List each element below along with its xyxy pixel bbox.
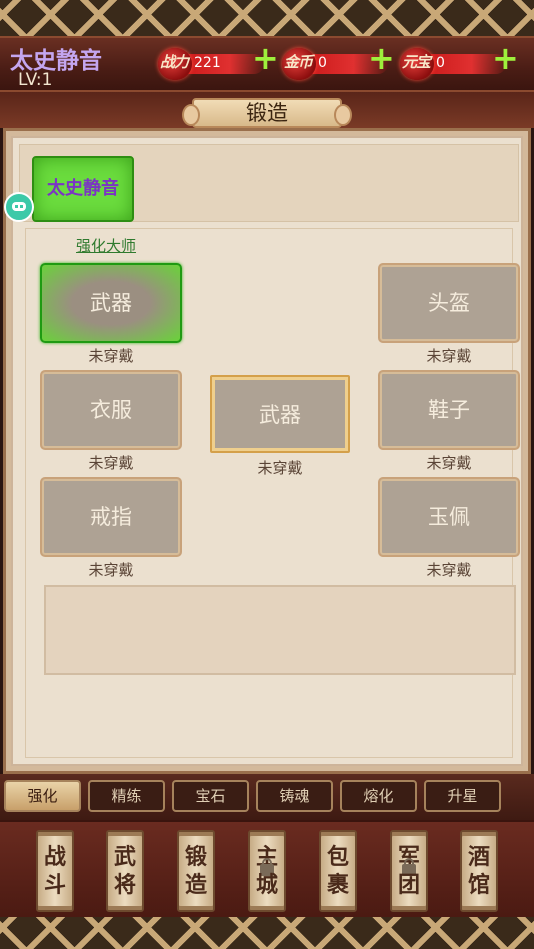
- gold-label: 金币: [284, 53, 313, 71]
- nav-city-bottom: 城: [255, 873, 278, 898]
- tab-star-label: 升星: [447, 787, 478, 805]
- nav-bag-bottom: 裹: [326, 873, 349, 898]
- nav-legion[interactable]: 军 团: [390, 830, 428, 912]
- add-power-button[interactable]: +: [252, 42, 279, 74]
- add-gold-button[interactable]: +: [368, 42, 395, 74]
- bottom-nav: 战 斗 武 将 锻 造 主 城 包 裹 军 团 酒 馆: [0, 820, 534, 917]
- nav-forge-bottom: 造: [184, 873, 207, 898]
- equipment-area: 强化大师 武器 未穿戴 头盔 未穿戴 衣服 未穿戴 武器 未穿戴 鞋子 未穿戴 …: [25, 228, 520, 758]
- nav-battle[interactable]: 战 斗: [36, 830, 74, 912]
- nav-tavern[interactable]: 酒 馆: [460, 830, 498, 912]
- player-header: 太史静音 LV:1 战力 221 + 金币 0 + 元宝 0 +: [0, 36, 534, 92]
- nav-forge-top: 锻: [184, 845, 207, 870]
- slot-helmet[interactable]: 头盔: [378, 263, 520, 343]
- nav-bag[interactable]: 包 裹: [319, 830, 357, 912]
- ingot-label: 元宝: [402, 53, 431, 71]
- forge-panel: 太史静音 强化大师 武器 未穿戴 头盔 未穿戴 衣服 未穿戴 武器 未穿戴 鞋子…: [3, 128, 531, 774]
- nav-battle-top: 战: [43, 845, 66, 870]
- enhance-info-box: [44, 585, 516, 675]
- bottom-lattice-border: [0, 917, 534, 949]
- slot-jade-status: 未穿戴: [426, 561, 472, 579]
- panel-title: 锻造: [182, 98, 352, 128]
- ingot-stat: 元宝 0: [400, 48, 506, 80]
- slot-clothes-status: 未穿戴: [88, 454, 134, 472]
- slot-helmet-status: 未穿戴: [426, 347, 472, 365]
- nav-bag-top: 包: [326, 845, 349, 870]
- enhance-master-link[interactable]: 强化大师: [76, 235, 136, 256]
- tab-melt[interactable]: 熔化: [340, 780, 417, 812]
- tab-melt-label: 熔化: [363, 787, 394, 805]
- slot-clothes[interactable]: 衣服: [40, 370, 182, 450]
- power-value: 221: [194, 55, 221, 71]
- ingot-value: 0: [436, 55, 445, 71]
- forge-tab-bar: 强化 精练 宝石 铸魂 熔化 升星: [0, 774, 534, 820]
- slot-ring[interactable]: 戒指: [40, 477, 182, 557]
- nav-tavern-bottom: 馆: [467, 873, 490, 898]
- slot-center-status: 未穿戴: [257, 459, 303, 477]
- tab-gem-label: 宝石: [195, 787, 226, 805]
- slot-ring-status: 未穿戴: [88, 561, 134, 579]
- power-label: 战力: [160, 53, 189, 71]
- nav-tavern-top: 酒: [467, 845, 490, 870]
- nav-main-city[interactable]: 主 城: [248, 830, 286, 912]
- tab-soul-label: 铸魂: [279, 787, 310, 805]
- add-ingot-button[interactable]: +: [492, 42, 519, 74]
- tab-star[interactable]: 升星: [424, 780, 501, 812]
- forge-inner-panel: 太史静音 强化大师 武器 未穿戴 头盔 未穿戴 衣服 未穿戴 武器 未穿戴 鞋子…: [11, 136, 523, 766]
- tab-gem[interactable]: 宝石: [172, 780, 249, 812]
- character-select-area: 太史静音: [19, 144, 519, 222]
- slot-weapon[interactable]: 武器: [40, 263, 182, 343]
- tab-refine[interactable]: 精练: [88, 780, 165, 812]
- nav-forge[interactable]: 锻 造: [177, 830, 215, 912]
- gold-value: 0: [318, 55, 327, 71]
- tab-enhance[interactable]: 强化: [4, 780, 81, 812]
- slot-jade[interactable]: 玉佩: [378, 477, 520, 557]
- tab-refine-label: 精练: [111, 787, 142, 805]
- top-lattice-border: [0, 0, 534, 36]
- slot-weapon-status: 未穿戴: [88, 347, 134, 365]
- power-stat: 战力 221: [158, 48, 264, 80]
- character-card[interactable]: 太史静音: [32, 156, 134, 222]
- nav-generals-bottom: 将: [113, 873, 136, 898]
- slot-center-weapon[interactable]: 武器: [210, 375, 350, 453]
- assistant-robot-icon[interactable]: [4, 192, 34, 222]
- slot-shoes[interactable]: 鞋子: [378, 370, 520, 450]
- nav-generals-top: 武: [113, 845, 136, 870]
- player-level: LV:1: [18, 70, 53, 90]
- slot-shoes-status: 未穿戴: [426, 454, 472, 472]
- nav-battle-bottom: 斗: [43, 873, 66, 898]
- tab-soul[interactable]: 铸魂: [256, 780, 333, 812]
- nav-generals[interactable]: 武 将: [106, 830, 144, 912]
- nav-legion-bottom: 团: [397, 873, 420, 898]
